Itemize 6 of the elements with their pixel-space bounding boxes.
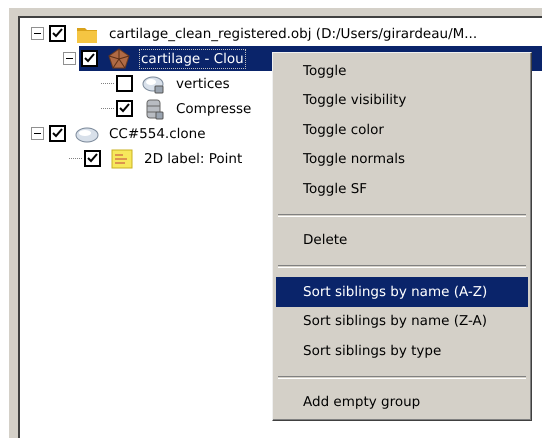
tree-item-label: Compresse (175, 100, 252, 118)
tree-item-label: cartilage_clean_registered.obj (D:/Users/girardeau/M... (108, 24, 478, 42)
tree-item-label: cartilage - Clou (140, 50, 245, 68)
tree-item-label: CC#554.clone (108, 124, 207, 142)
tree-item-label: vertices (175, 74, 231, 92)
tree-item-label: 2D label: Point (143, 150, 244, 168)
